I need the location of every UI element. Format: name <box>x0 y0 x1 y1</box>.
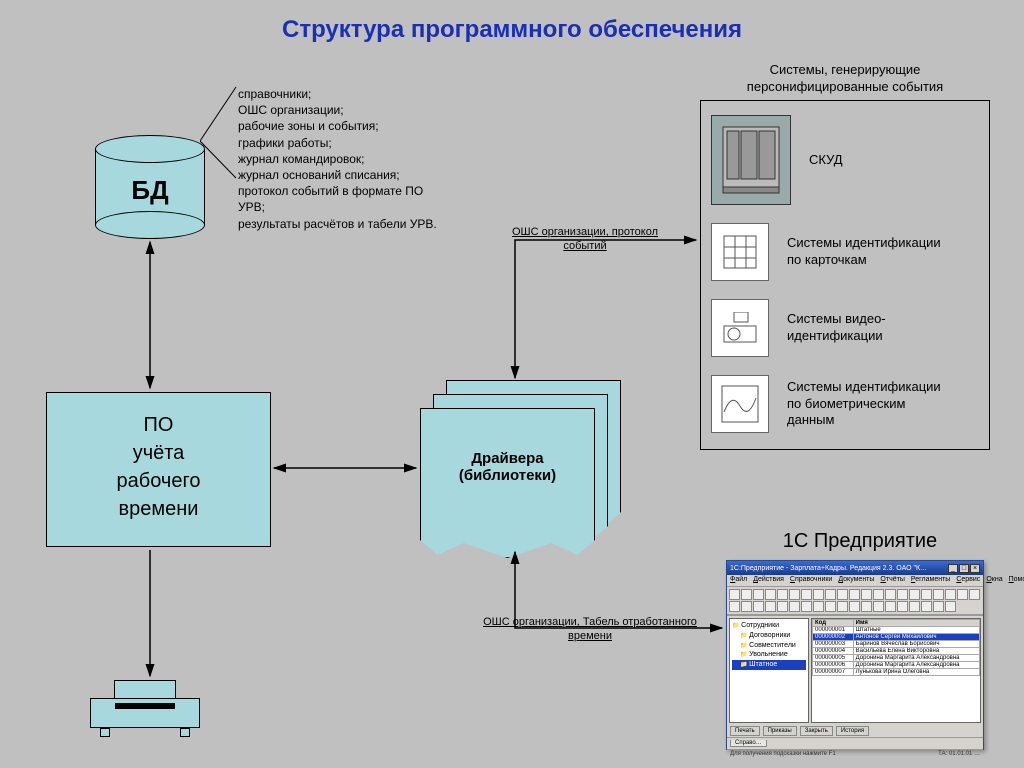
grid-icon <box>711 223 769 281</box>
po-time-tracking-box: ПО учёта рабочего времени <box>46 392 271 547</box>
toolbar-icon[interactable] <box>765 589 776 600</box>
toolbar-icon[interactable] <box>945 601 956 612</box>
toolbar-icon[interactable] <box>909 601 920 612</box>
toolbar-icon[interactable] <box>921 589 932 600</box>
toolbar-icon[interactable] <box>765 601 776 612</box>
system-item-biometric: Системы идентификации по биометрическим … <box>711 375 941 433</box>
toolbar-icon[interactable] <box>729 589 740 600</box>
toolbar-icon[interactable] <box>813 589 824 600</box>
onec-menu[interactable]: ФайлДействияСправочникиДокументыОтчётыРе… <box>727 575 983 587</box>
system-item-skud: СКУД <box>711 115 843 205</box>
onec-button-Печать[interactable]: Печать <box>730 726 760 736</box>
toolbar-icon[interactable] <box>861 601 872 612</box>
camera-icon <box>711 299 769 357</box>
db-notes: справочники; ОШС организации; рабочие зо… <box>238 86 437 232</box>
toolbar-icon[interactable] <box>921 601 932 612</box>
drivers-label: Драйвера (библиотеки) <box>420 450 595 484</box>
toolbar-icon[interactable] <box>777 601 788 612</box>
toolbar-icon[interactable] <box>945 589 956 600</box>
toolbar-icon[interactable] <box>933 589 944 600</box>
toolbar-icon[interactable] <box>873 601 884 612</box>
toolbar-icon[interactable] <box>789 601 800 612</box>
toolbar-icon[interactable] <box>909 589 920 600</box>
toolbar-icon[interactable] <box>873 589 884 600</box>
toolbar-icon[interactable] <box>777 589 788 600</box>
toolbar-icon[interactable] <box>897 601 908 612</box>
server-icon <box>711 115 791 205</box>
toolbar-icon[interactable] <box>849 589 860 600</box>
toolbar-icon[interactable] <box>849 601 860 612</box>
maximize-icon: □ <box>959 564 969 573</box>
onec-title: 1С Предприятие <box>730 530 990 553</box>
wave-icon <box>711 375 769 433</box>
toolbar-icon[interactable] <box>789 589 800 600</box>
db-cylinder: БД <box>95 135 205 235</box>
toolbar-icon[interactable] <box>753 601 764 612</box>
toolbar-icon[interactable] <box>741 601 752 612</box>
printer-icon <box>90 680 200 740</box>
toolbar-icon[interactable] <box>837 601 848 612</box>
systems-panel-title: Системы, генерирующие персонифицированны… <box>700 62 990 96</box>
system-item-cards: Системы идентификации по карточкам <box>711 223 941 281</box>
edge-label-top: ОШС организации, протокол событий <box>510 225 660 254</box>
toolbar-icon[interactable] <box>837 589 848 600</box>
toolbar-icon[interactable] <box>813 601 824 612</box>
onec-window: 1С:Предприятие - Зарплата+Кадры. Редакци… <box>726 560 984 750</box>
close-icon: × <box>970 564 980 573</box>
db-label: БД <box>95 175 205 206</box>
onec-grid[interactable]: КодИмя000000001Штатные000000002Антонов С… <box>811 618 981 723</box>
toolbar-icon[interactable] <box>825 601 836 612</box>
onec-button-История[interactable]: История <box>836 726 869 736</box>
systems-panel: СКУД Системы идентификации по карточкам … <box>700 100 990 450</box>
toolbar-icon[interactable] <box>753 589 764 600</box>
onec-button-Закрыть[interactable]: Закрыть <box>800 726 833 736</box>
toolbar-icon[interactable] <box>741 589 752 600</box>
toolbar-icon[interactable] <box>885 589 896 600</box>
toolbar-icon[interactable] <box>897 589 908 600</box>
edge-label-bottom: ОШС организации, Табель отработанного вр… <box>480 615 700 644</box>
toolbar-icon[interactable] <box>729 601 740 612</box>
onec-toolbar[interactable] <box>727 587 983 615</box>
minimize-icon: _ <box>948 564 958 573</box>
toolbar-icon[interactable] <box>969 589 980 600</box>
system-item-video: Системы видео- идентификации <box>711 299 886 357</box>
onec-titlebar: 1С:Предприятие - Зарплата+Кадры. Редакци… <box>727 561 983 575</box>
diagram-title: Структура программного обеспечения <box>0 16 1024 44</box>
toolbar-icon[interactable] <box>861 589 872 600</box>
onec-tree[interactable]: СотрудникиДоговорникиСовместителиУвольне… <box>729 618 809 723</box>
onec-bottom-buttons[interactable]: ПечатьПриказыЗакрытьИстория <box>727 725 983 737</box>
onec-tabs[interactable]: Справо… <box>727 737 983 749</box>
toolbar-icon[interactable] <box>933 601 944 612</box>
toolbar-icon[interactable] <box>825 589 836 600</box>
onec-button-Приказы[interactable]: Приказы <box>763 726 797 736</box>
toolbar-icon[interactable] <box>957 589 968 600</box>
toolbar-icon[interactable] <box>885 601 896 612</box>
onec-statusbar: Для получения подсказки нажмите F1 ТА: 0… <box>727 749 983 761</box>
window-controls[interactable]: _□× <box>947 564 980 573</box>
toolbar-icon[interactable] <box>801 601 812 612</box>
toolbar-icon[interactable] <box>801 589 812 600</box>
